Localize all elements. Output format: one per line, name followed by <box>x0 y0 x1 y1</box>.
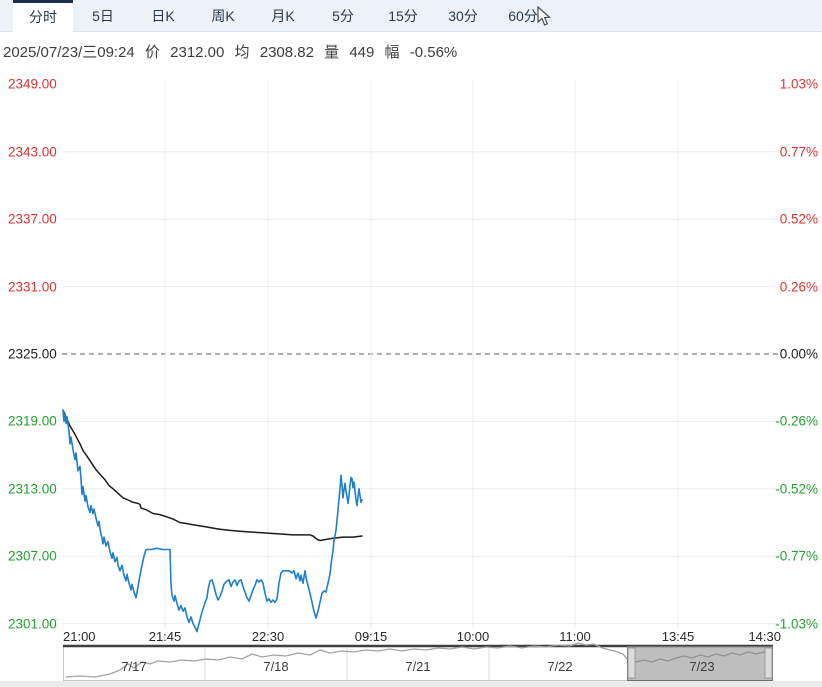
intraday-chart-canvas[interactable] <box>0 0 822 687</box>
mouse-cursor-icon <box>537 6 551 26</box>
navigator-handle-right[interactable] <box>764 647 773 679</box>
trading-chart-page: { "colors":{ "up":"#e03232","down":"#25a… <box>0 0 822 687</box>
average-line <box>62 409 363 542</box>
price-line <box>62 409 363 633</box>
navigator-selection[interactable] <box>627 646 773 681</box>
navigator-handle-left[interactable] <box>627 647 636 679</box>
